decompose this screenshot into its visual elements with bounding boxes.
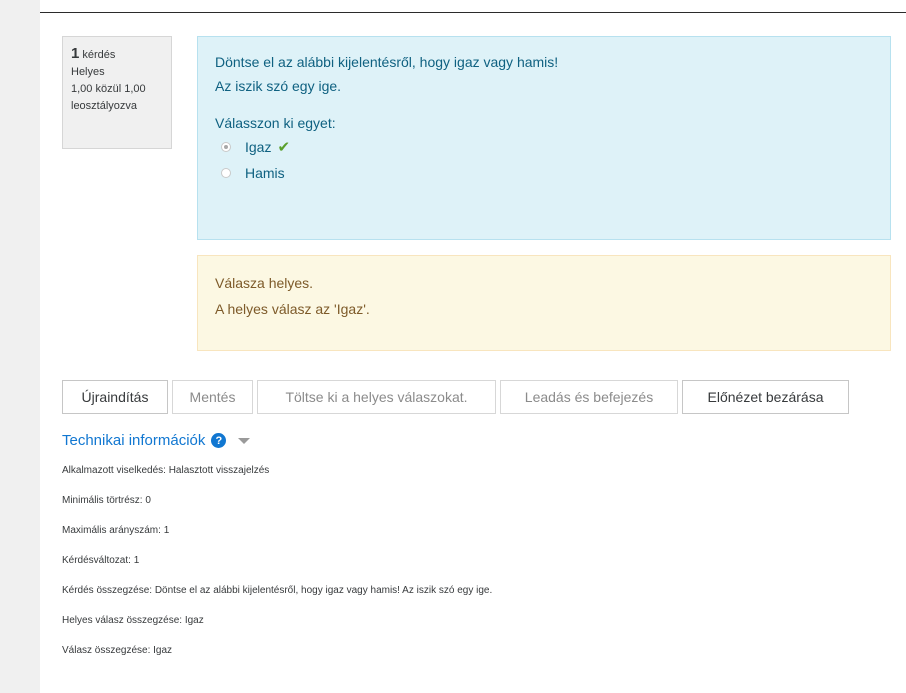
question-instruction: Döntse el az alábbi kijelentésről, hogy …: [215, 54, 559, 70]
answer-prompt: Válasszon ki egyet:: [215, 115, 336, 131]
left-rail: [0, 0, 40, 693]
feedback-result: Válasza helyes.: [215, 275, 314, 291]
feedback-correct-answer: A helyes válasz az 'Igaz'.: [215, 301, 370, 317]
fill-correct-button[interactable]: Töltse ki a helyes válaszokat.: [257, 380, 496, 414]
option-igaz-label: Igaz: [245, 139, 272, 155]
save-button[interactable]: Mentés: [172, 380, 253, 414]
radio-igaz[interactable]: [221, 142, 231, 152]
technical-info-toggle[interactable]: Technikai információk ?: [62, 432, 251, 449]
tech-line-min-fraction: Minimális törtrész: 0: [62, 495, 151, 506]
technical-info-list: Alkalmazott viselkedés: Halasztott vissz…: [62, 466, 492, 676]
option-hamis[interactable]: Hamis: [215, 160, 873, 186]
question-grade: 1,00 közül 1,00: [71, 83, 146, 95]
option-hamis-label: Hamis: [245, 165, 285, 181]
tech-line-response: Válasz összegzése: Igaz: [62, 645, 173, 656]
preview-controls: Újraindítás Mentés Töltse ki a helyes vá…: [62, 380, 853, 414]
question-formulation: Döntse el az alábbi kijelentésről, hogy …: [197, 36, 891, 240]
question-statement: Az iszik szó egy ige.: [215, 78, 342, 94]
technical-info-title[interactable]: Technikai információk: [62, 432, 205, 449]
correct-check-icon: ✔: [277, 139, 291, 156]
question-info-box: 1 kérdés Helyes 1,00 közül 1,00 leosztál…: [62, 36, 172, 149]
chevron-down-icon[interactable]: [238, 437, 251, 444]
radio-hamis[interactable]: [221, 168, 231, 178]
top-divider: [40, 12, 906, 13]
tech-line-max-mark: Maximális arányszám: 1: [62, 525, 170, 536]
question-grade-suffix: leosztályozva: [71, 100, 138, 112]
submit-finish-button[interactable]: Leadás és befejezés: [500, 380, 678, 414]
tech-line-behaviour: Alkalmazott viselkedés: Halasztott vissz…: [62, 465, 270, 476]
tech-line-question-summary: Kérdés összegzése: Döntse el az alábbi k…: [62, 585, 493, 596]
tech-line-variant: Kérdésváltozat: 1: [62, 555, 140, 566]
option-igaz[interactable]: Igaz ✔: [215, 134, 873, 160]
help-icon[interactable]: ?: [211, 433, 227, 448]
question-number: 1: [71, 45, 80, 62]
tech-line-right-answer: Helyes válasz összegzése: Igaz: [62, 615, 204, 626]
question-state: Helyes: [71, 66, 105, 78]
restart-button[interactable]: Újraindítás: [62, 380, 168, 414]
question-word: kérdés: [82, 49, 116, 61]
answer-feedback: Válasza helyes. A helyes válasz az 'Igaz…: [197, 255, 891, 351]
close-preview-button[interactable]: Előnézet bezárása: [682, 380, 849, 414]
